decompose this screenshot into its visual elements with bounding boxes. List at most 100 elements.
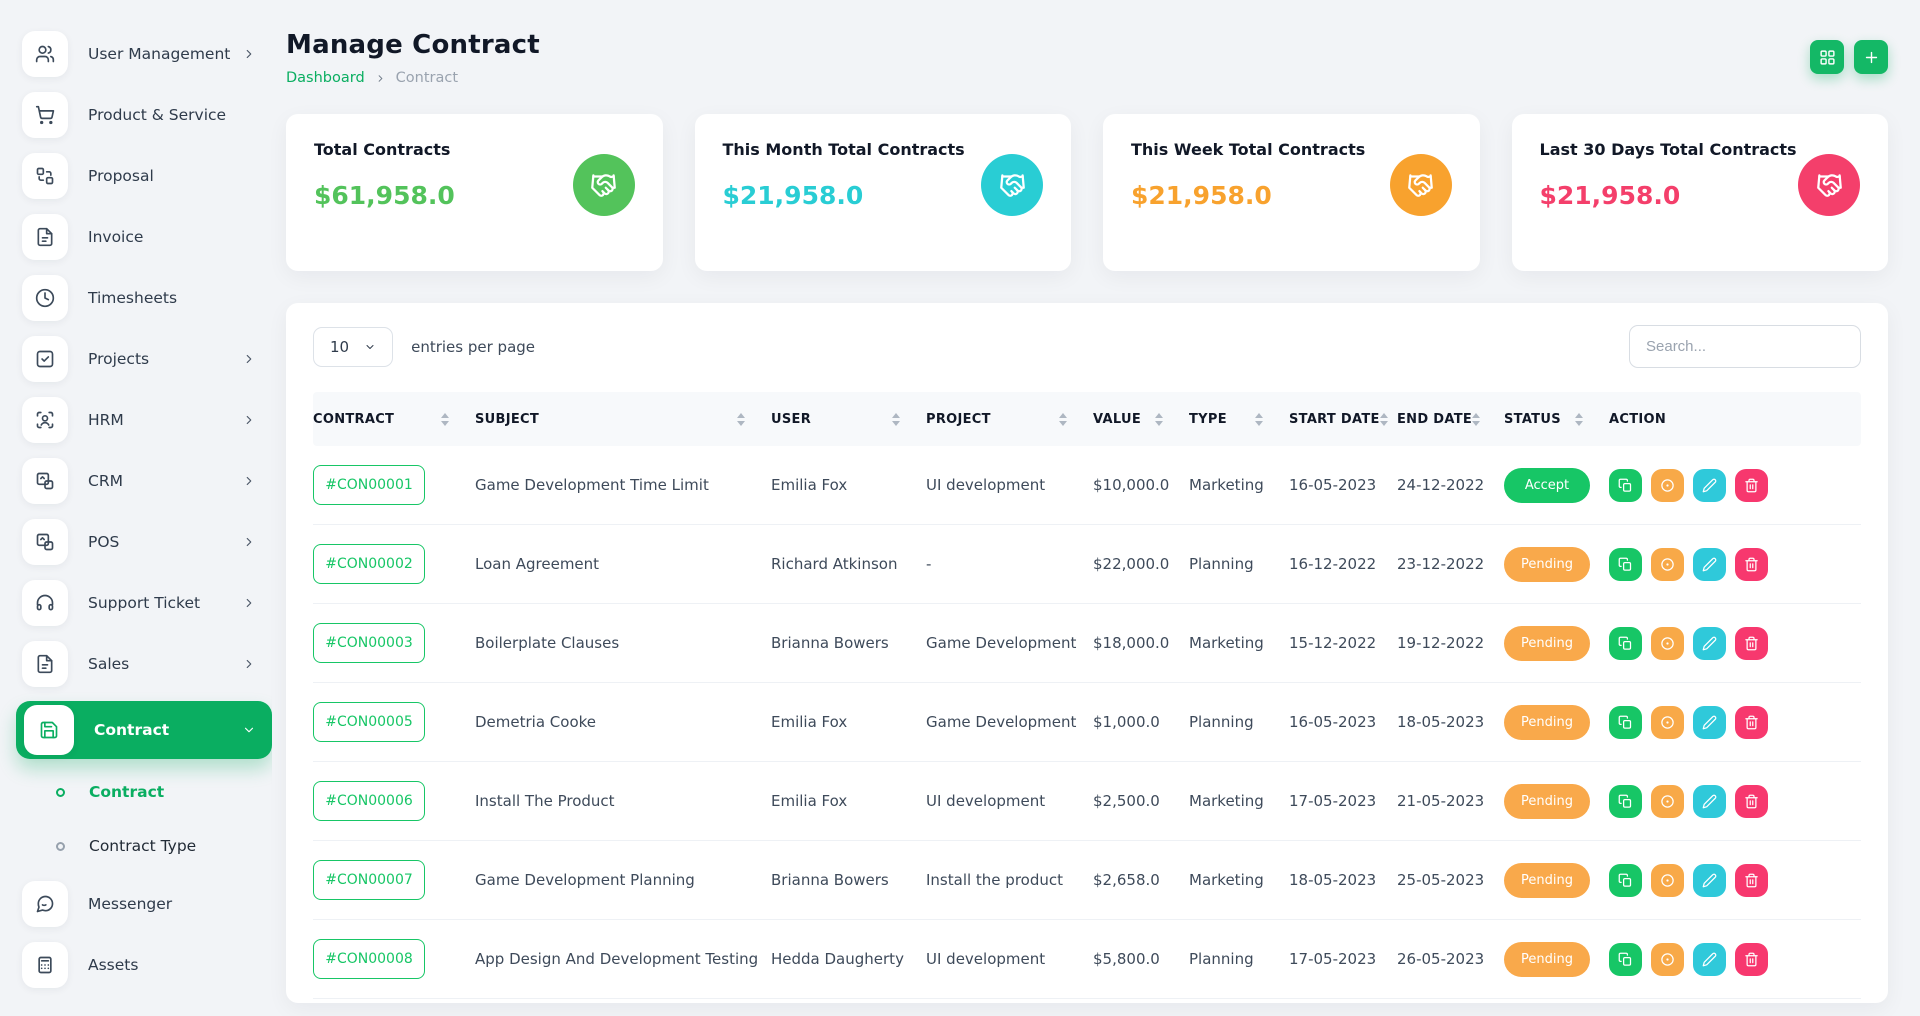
sidebar-item[interactable]: Proposal bbox=[16, 152, 272, 200]
view-button[interactable] bbox=[1651, 627, 1684, 660]
contract-id-badge[interactable]: #CON00005 bbox=[313, 702, 425, 742]
contract-id-badge[interactable]: #CON00006 bbox=[313, 781, 425, 821]
duplicate-button[interactable] bbox=[1609, 469, 1642, 502]
edit-button[interactable] bbox=[1693, 706, 1726, 739]
sort-icon[interactable] bbox=[1380, 413, 1388, 426]
sort-icon[interactable] bbox=[1472, 413, 1480, 426]
sidebar-item[interactable]: Contract bbox=[16, 772, 272, 812]
table-row: #CON00007 Game Development Planning Bria… bbox=[313, 841, 1861, 920]
add-contract-button[interactable] bbox=[1854, 40, 1888, 74]
value-cell: $2,658.0 bbox=[1093, 871, 1189, 889]
view-button[interactable] bbox=[1651, 785, 1684, 818]
table-row: #CON00001 Game Development Time Limit Em… bbox=[313, 446, 1861, 525]
actions-cell bbox=[1609, 706, 1861, 739]
sidebar-item[interactable]: Product & Service bbox=[16, 91, 272, 139]
delete-button[interactable] bbox=[1735, 943, 1768, 976]
sidebar-item[interactable]: Assets bbox=[16, 941, 272, 989]
entries-per-page-select[interactable]: 10 bbox=[313, 327, 393, 367]
sidebar-item[interactable]: Timesheets bbox=[16, 274, 272, 322]
contract-id-badge[interactable]: #CON00002 bbox=[313, 544, 425, 584]
view-button[interactable] bbox=[1651, 706, 1684, 739]
duplicate-button[interactable] bbox=[1609, 943, 1642, 976]
duplicate-button[interactable] bbox=[1609, 706, 1642, 739]
delete-button[interactable] bbox=[1735, 548, 1768, 581]
duplicate-button[interactable] bbox=[1609, 864, 1642, 897]
contract-id-badge[interactable]: #CON00003 bbox=[313, 623, 425, 663]
edit-button[interactable] bbox=[1693, 864, 1726, 897]
contract-id-badge[interactable]: #CON00008 bbox=[313, 939, 425, 979]
sidebar-item[interactable]: CRM bbox=[16, 457, 272, 505]
project-cell: UI development bbox=[926, 476, 1093, 494]
project-cell: UI development bbox=[926, 792, 1093, 810]
trash-icon bbox=[1744, 794, 1759, 809]
edit-button[interactable] bbox=[1693, 785, 1726, 818]
edit-button[interactable] bbox=[1693, 943, 1726, 976]
sidebar-item[interactable]: Invoice bbox=[16, 213, 272, 261]
delete-button[interactable] bbox=[1735, 785, 1768, 818]
subject-cell: Boilerplate Clauses bbox=[475, 634, 771, 652]
sort-icon[interactable] bbox=[1255, 413, 1263, 426]
sidebar-item-label: User Management bbox=[88, 45, 242, 63]
sort-icon[interactable] bbox=[1575, 413, 1583, 426]
sidebar-item[interactable]: HRM bbox=[16, 396, 272, 444]
edit-button[interactable] bbox=[1693, 548, 1726, 581]
column-header[interactable]: VALUE bbox=[1093, 412, 1189, 427]
edit-button[interactable] bbox=[1693, 627, 1726, 660]
contract-id-badge[interactable]: #CON00001 bbox=[313, 465, 425, 505]
sort-icon[interactable] bbox=[1155, 413, 1163, 426]
type-cell: Planning bbox=[1189, 555, 1289, 573]
column-header[interactable]: SUBJECT bbox=[475, 412, 771, 427]
sidebar-item[interactable]: Contract bbox=[16, 701, 272, 759]
delete-button[interactable] bbox=[1735, 706, 1768, 739]
view-button[interactable] bbox=[1651, 864, 1684, 897]
contract-id-badge[interactable]: #CON00007 bbox=[313, 860, 425, 900]
column-header[interactable]: PROJECT bbox=[926, 412, 1093, 427]
sidebar-item-icon bbox=[35, 44, 55, 64]
sort-icon[interactable] bbox=[737, 413, 745, 426]
view-button[interactable] bbox=[1651, 548, 1684, 581]
sidebar-item[interactable]: POS bbox=[16, 518, 272, 566]
project-cell: - bbox=[926, 555, 1093, 573]
column-header[interactable]: END DATE bbox=[1397, 412, 1504, 427]
sidebar-item[interactable]: Contract Type bbox=[16, 826, 272, 866]
sidebar-item[interactable]: Projects bbox=[16, 335, 272, 383]
sort-icon[interactable] bbox=[1059, 413, 1067, 426]
sidebar-item-label: Sales bbox=[88, 655, 242, 673]
column-header[interactable]: ACTION bbox=[1609, 412, 1861, 427]
duplicate-button[interactable] bbox=[1609, 627, 1642, 660]
start-date-cell: 18-05-2023 bbox=[1289, 871, 1397, 889]
duplicate-button[interactable] bbox=[1609, 785, 1642, 818]
sort-icon[interactable] bbox=[441, 413, 449, 426]
bullet-icon bbox=[56, 788, 65, 797]
subject-cell: Game Development Time Limit bbox=[475, 476, 771, 494]
edit-button[interactable] bbox=[1693, 469, 1726, 502]
sidebar-item[interactable]: Messenger bbox=[16, 880, 272, 928]
breadcrumb-dashboard-link[interactable]: Dashboard bbox=[286, 70, 365, 86]
column-header[interactable]: STATUS bbox=[1504, 412, 1609, 427]
delete-button[interactable] bbox=[1735, 864, 1768, 897]
view-button[interactable] bbox=[1651, 943, 1684, 976]
start-date-cell: 16-12-2022 bbox=[1289, 555, 1397, 573]
status-cell: Pending bbox=[1504, 705, 1609, 740]
search-input[interactable] bbox=[1629, 325, 1861, 368]
grid-view-button[interactable] bbox=[1810, 40, 1844, 74]
sidebar-item-icon-box bbox=[22, 214, 68, 260]
column-header[interactable]: CONTRACT bbox=[313, 412, 475, 427]
delete-button[interactable] bbox=[1735, 627, 1768, 660]
chevron-icon bbox=[242, 535, 256, 549]
sort-icon[interactable] bbox=[892, 413, 900, 426]
column-header[interactable]: TYPE bbox=[1189, 412, 1289, 427]
sidebar-item-label: Assets bbox=[88, 956, 256, 974]
project-cell: Game Development bbox=[926, 713, 1093, 731]
sidebar-item[interactable]: Sales bbox=[16, 640, 272, 688]
actions-cell bbox=[1609, 864, 1861, 897]
column-header[interactable]: USER bbox=[771, 412, 926, 427]
view-button[interactable] bbox=[1651, 469, 1684, 502]
sidebar-item[interactable]: Support Ticket bbox=[16, 579, 272, 627]
column-header[interactable]: START DATE bbox=[1289, 412, 1397, 427]
view-icon bbox=[1660, 952, 1675, 967]
sidebar-item[interactable]: User Management bbox=[16, 30, 272, 78]
delete-button[interactable] bbox=[1735, 469, 1768, 502]
duplicate-button[interactable] bbox=[1609, 548, 1642, 581]
value-cell: $22,000.0 bbox=[1093, 555, 1189, 573]
